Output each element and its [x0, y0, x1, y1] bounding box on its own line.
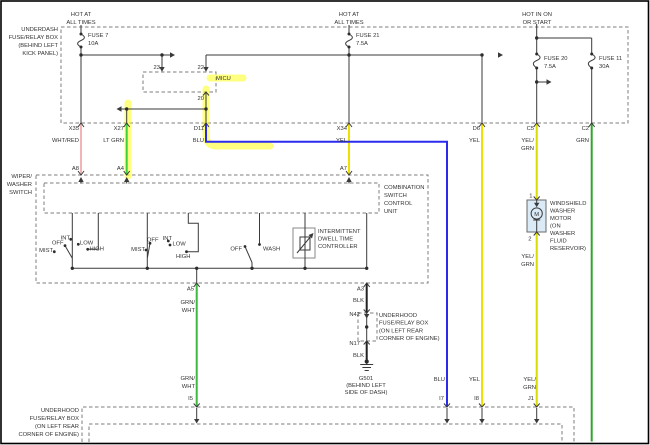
conn-a8: A8: [72, 166, 79, 172]
conn-x34: X34: [337, 126, 348, 132]
conn-a3: A3: [357, 287, 364, 293]
sw3-wash: WASH: [263, 247, 280, 253]
wire-whtred: WHT/RED: [52, 138, 79, 144]
motor-m-letter: M: [534, 212, 539, 218]
sw2-off: OFF: [147, 238, 159, 244]
sw3-off: OFF: [230, 247, 242, 253]
conn-a7: A7: [340, 166, 347, 172]
conn-a4: A4: [117, 166, 125, 172]
pin-23: 23: [154, 65, 160, 71]
wire-ltgrn: LT GRN: [103, 138, 124, 144]
sw2-low: LOW: [173, 242, 187, 248]
wire-yel-2: YEL: [469, 138, 481, 144]
wire-blu-2: BLU: [434, 377, 445, 383]
wire-blk-1: BLK: [353, 298, 364, 304]
wire-yel-1: YEL: [336, 138, 348, 144]
conn-d11: D11: [194, 126, 204, 132]
pin-20: 20: [198, 96, 204, 102]
wire-blk-2: BLK: [353, 353, 364, 359]
conn-x35: X35: [69, 126, 79, 132]
sw2-mist: MIST: [131, 247, 145, 253]
sw2-int: INT: [163, 236, 173, 242]
wiring-diagram: HOT AT ALL TIMESUNDERDASH FUSE/RELAY BOX (B…: [0, 0, 650, 445]
wiring-diagram-page: HOT AT ALL TIMES UNDERDASH FUSE/RELAY BOX (B…: [0, 0, 650, 445]
motor-pin-2: 2: [528, 237, 531, 243]
conn-n17: N17: [349, 341, 360, 347]
sw1-off: OFF: [52, 241, 64, 247]
wiper-switch-label: WIPER/WASHER SWITCH: [7, 174, 33, 196]
conn-i5: I5: [188, 396, 193, 402]
micu-label: MICU: [216, 76, 231, 82]
wire-grn-1: GRN: [576, 138, 589, 144]
motor-pin-1: 1: [529, 194, 532, 200]
conn-j1: J1: [528, 396, 534, 402]
conn-a5: A5: [187, 287, 194, 293]
sw1-mist: MIST: [39, 248, 53, 254]
sw1-high: HIGH: [90, 247, 105, 253]
conn-i7: I7: [439, 396, 444, 402]
conn-c5: C5: [527, 126, 534, 132]
conn-c2: C2: [582, 126, 589, 132]
wire-blu-1: BLU: [193, 138, 204, 144]
conn-x27: X27: [114, 126, 124, 132]
wire-yel-3: YEL: [469, 377, 481, 383]
sw2-high: HIGH: [176, 254, 191, 260]
conn-n42: N42: [349, 312, 360, 318]
conn-i8: I8: [474, 396, 479, 402]
conn-d6: D6: [473, 126, 480, 132]
pin-22: 22: [198, 65, 204, 71]
